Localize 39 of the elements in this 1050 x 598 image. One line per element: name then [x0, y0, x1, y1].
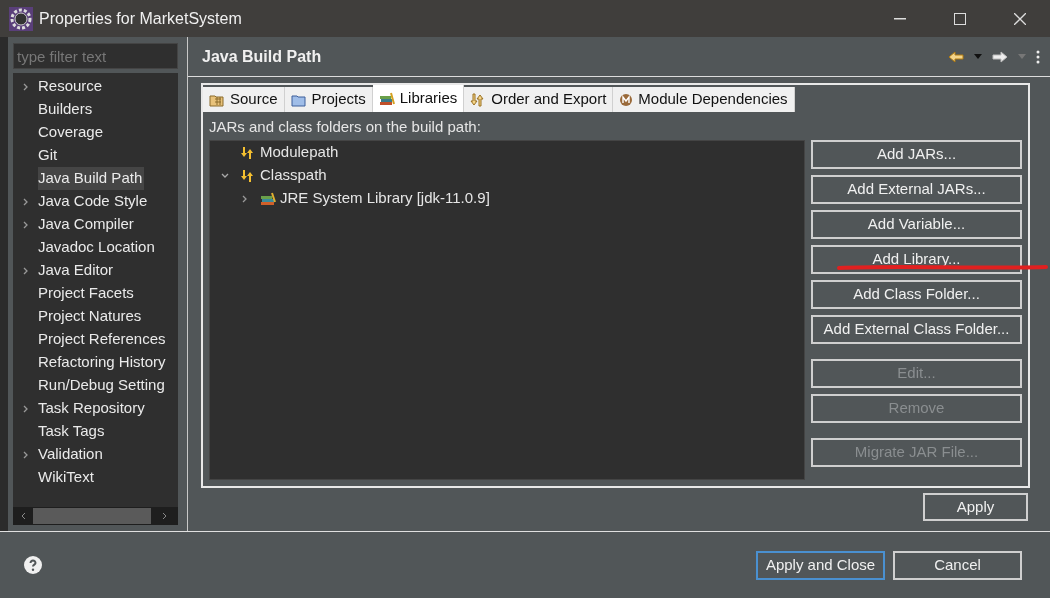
- close-icon: [1014, 12, 1026, 25]
- tab[interactable]: Projects: [284, 87, 373, 112]
- books-icon: [378, 91, 395, 106]
- tab[interactable]: Libraries: [372, 85, 465, 112]
- package-folder-icon: [209, 92, 225, 107]
- books-icon: [260, 191, 276, 206]
- maximize-icon: [954, 12, 966, 25]
- sidebar-item[interactable]: Java Build Path: [38, 167, 145, 190]
- side-button[interactable]: Add Variable...: [811, 210, 1022, 239]
- side-button[interactable]: Add External JARs...: [811, 175, 1022, 204]
- up-down-arrows-icon: [240, 145, 256, 160]
- up-down-arrows-icon: [240, 168, 256, 183]
- side-button[interactable]: Add JARs...: [811, 140, 1022, 169]
- folder-icon: [290, 92, 307, 107]
- dropdown-icon[interactable]: [974, 54, 982, 59]
- minimize-icon: [894, 17, 906, 20]
- tree-item[interactable]: JRE System Library [jdk-11.0.9]: [280, 187, 490, 210]
- gear-icon: [7, 4, 35, 33]
- description-text: JARs and class folders on the build path:: [209, 116, 482, 137]
- horizontal-scrollbar[interactable]: [13, 507, 178, 525]
- side-button[interactable]: Add External Class Folder...: [811, 315, 1022, 344]
- module-icon: [619, 92, 634, 107]
- more-icon[interactable]: [1036, 49, 1040, 64]
- help-icon[interactable]: [24, 556, 42, 574]
- filter-field[interactable]: type filter text: [13, 43, 178, 69]
- tab[interactable]: Module Dependencies: [613, 87, 795, 112]
- page-title: Java Build Path: [202, 46, 322, 67]
- apply-button[interactable]: Apply: [923, 493, 1028, 521]
- tree-item[interactable]: Modulepath: [260, 141, 339, 164]
- tree-item[interactable]: Classpath: [260, 164, 327, 187]
- tab[interactable]: Source: [203, 87, 285, 112]
- window-title: Properties for MarketSystem: [39, 8, 242, 29]
- side-button[interactable]: Add Class Folder...: [811, 280, 1022, 309]
- forward-arrow-icon[interactable]: [992, 50, 1008, 63]
- back-arrow-icon[interactable]: [948, 50, 964, 63]
- dialog-button[interactable]: Cancel: [893, 550, 1022, 580]
- tab[interactable]: Order and Export: [464, 87, 614, 112]
- dialog-button[interactable]: Apply and Close: [756, 550, 885, 580]
- up-down-arrows-icon: [470, 92, 487, 107]
